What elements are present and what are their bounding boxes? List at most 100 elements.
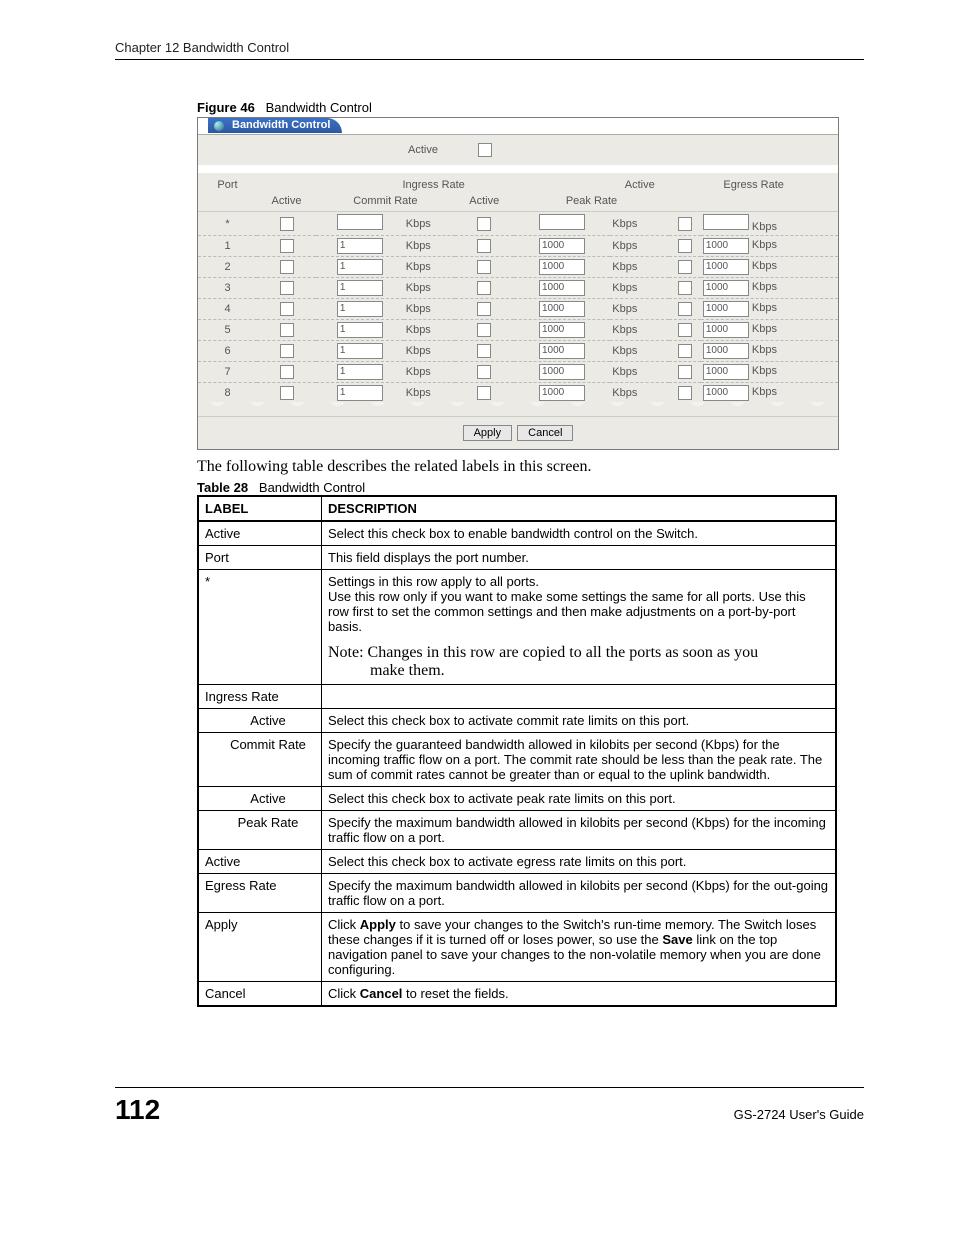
commit-rate-input[interactable]: 1 [337, 259, 383, 275]
global-active-checkbox[interactable] [478, 143, 492, 157]
egress-active-checkbox[interactable] [678, 217, 692, 231]
egress-active-checkbox[interactable] [678, 365, 692, 379]
ingress-active-checkbox[interactable] [280, 365, 294, 379]
unit-kbps: Kbps [404, 257, 455, 278]
port-row: 41Kbps1000Kbps1000 Kbps [198, 299, 838, 320]
peak-rate-input[interactable]: 1000 [539, 301, 585, 317]
unit-kbps: Kbps [404, 320, 455, 341]
egress-rate-input[interactable]: 1000 [703, 322, 749, 338]
unit-kbps: Kbps [610, 299, 669, 320]
ingress-active-checkbox[interactable] [280, 344, 294, 358]
col-active-eg: Active [610, 173, 669, 193]
figure-title: Bandwidth Control [266, 100, 372, 115]
peak-active-checkbox[interactable] [477, 344, 491, 358]
unit-kbps: Kbps [610, 383, 669, 404]
row-active-d: Select this check box to enable bandwidt… [322, 521, 837, 546]
commit-rate-input[interactable]: 1 [337, 301, 383, 317]
egress-rate-input[interactable]: 1000 [703, 301, 749, 317]
peak-rate-input[interactable]: 1000 [539, 385, 585, 401]
unit-kbps: Kbps [610, 236, 669, 257]
ingress-active-checkbox[interactable] [280, 239, 294, 253]
cancel-button[interactable]: Cancel [517, 425, 573, 441]
egress-rate-input[interactable]: 1000 [703, 238, 749, 254]
egress-active-checkbox[interactable] [678, 344, 692, 358]
peak-active-checkbox[interactable] [477, 365, 491, 379]
col-active-2: Active [455, 193, 514, 212]
peak-active-checkbox[interactable] [477, 239, 491, 253]
unit-kbps: Kbps [404, 236, 455, 257]
ingress-active-checkbox[interactable] [280, 323, 294, 337]
page-footer: 112 GS-2724 User's Guide [115, 1087, 864, 1126]
row-cancel-l: Cancel [198, 982, 322, 1007]
unit-kbps: Kbps [404, 341, 455, 362]
peak-rate-input[interactable]: 1000 [539, 343, 585, 359]
ingress-active-checkbox[interactable] [280, 217, 294, 231]
egress-rate-input[interactable]: 1000 [703, 280, 749, 296]
egress-rate-input[interactable]: 1000 [703, 364, 749, 380]
desc-header-desc: DESCRIPTION [322, 496, 837, 521]
peak-rate-input[interactable]: 1000 [539, 238, 585, 254]
egress-active-checkbox[interactable] [678, 323, 692, 337]
desc-header-label: LABEL [198, 496, 322, 521]
tab-bandwidth-control[interactable]: Bandwidth Control [208, 118, 342, 133]
egress-rate-input[interactable]: 1000 [703, 385, 749, 401]
torn-edge [198, 402, 838, 417]
unit-kbps: Kbps [404, 212, 455, 236]
commit-rate-input[interactable]: 1 [337, 238, 383, 254]
peak-active-checkbox[interactable] [477, 302, 491, 316]
apply-button[interactable]: Apply [463, 425, 513, 441]
button-row: Apply Cancel [198, 417, 838, 449]
row-active4-l: Active [198, 850, 322, 874]
guide-name: GS-2724 User's Guide [734, 1107, 864, 1122]
port-row: *KbpsKbps Kbps [198, 212, 838, 236]
col-port: Port [198, 173, 257, 193]
tab-bar: Bandwidth Control [198, 118, 838, 135]
peak-rate-input[interactable] [539, 214, 585, 230]
row-apply-l: Apply [198, 913, 322, 982]
row-ingress-l: Ingress Rate [198, 685, 322, 709]
row-port-d: This field displays the port number. [322, 546, 837, 570]
table-label: Table 28 [197, 480, 248, 495]
commit-rate-input[interactable] [337, 214, 383, 230]
egress-active-checkbox[interactable] [678, 386, 692, 400]
ingress-active-checkbox[interactable] [280, 302, 294, 316]
unit-kbps: Kbps [752, 323, 777, 335]
peak-active-checkbox[interactable] [477, 260, 491, 274]
peak-rate-input[interactable]: 1000 [539, 364, 585, 380]
row-commit-l: Commit Rate [198, 733, 322, 787]
commit-rate-input[interactable]: 1 [337, 364, 383, 380]
egress-active-checkbox[interactable] [678, 239, 692, 253]
commit-rate-input[interactable]: 1 [337, 322, 383, 338]
egress-active-checkbox[interactable] [678, 302, 692, 316]
row-active2-d: Select this check box to activate commit… [322, 709, 837, 733]
row-ingress-d [322, 685, 837, 709]
egress-rate-input[interactable] [703, 214, 749, 230]
ingress-active-checkbox[interactable] [280, 281, 294, 295]
row-commit-d: Specify the guaranteed bandwidth allowed… [322, 733, 837, 787]
egress-rate-input[interactable]: 1000 [703, 343, 749, 359]
egress-active-checkbox[interactable] [678, 260, 692, 274]
row-star-d: Settings in this row apply to all ports.… [322, 570, 837, 685]
egress-active-checkbox[interactable] [678, 281, 692, 295]
peak-active-checkbox[interactable] [477, 217, 491, 231]
peak-rate-input[interactable]: 1000 [539, 322, 585, 338]
unit-kbps: Kbps [752, 386, 777, 398]
row-port-l: Port [198, 546, 322, 570]
port-row: 51Kbps1000Kbps1000 Kbps [198, 320, 838, 341]
egress-rate-input[interactable]: 1000 [703, 259, 749, 275]
ingress-active-checkbox[interactable] [280, 386, 294, 400]
unit-kbps: Kbps [610, 320, 669, 341]
ingress-active-checkbox[interactable] [280, 260, 294, 274]
commit-rate-input[interactable]: 1 [337, 343, 383, 359]
commit-rate-input[interactable]: 1 [337, 280, 383, 296]
peak-rate-input[interactable]: 1000 [539, 259, 585, 275]
commit-rate-input[interactable]: 1 [337, 385, 383, 401]
peak-rate-input[interactable]: 1000 [539, 280, 585, 296]
row-star-l: * [198, 570, 322, 685]
peak-active-checkbox[interactable] [477, 323, 491, 337]
peak-active-checkbox[interactable] [477, 281, 491, 295]
peak-active-checkbox[interactable] [477, 386, 491, 400]
port-row: 11Kbps1000Kbps1000 Kbps [198, 236, 838, 257]
row-egress-l: Egress Rate [198, 874, 322, 913]
global-active-row: Active [198, 135, 838, 167]
